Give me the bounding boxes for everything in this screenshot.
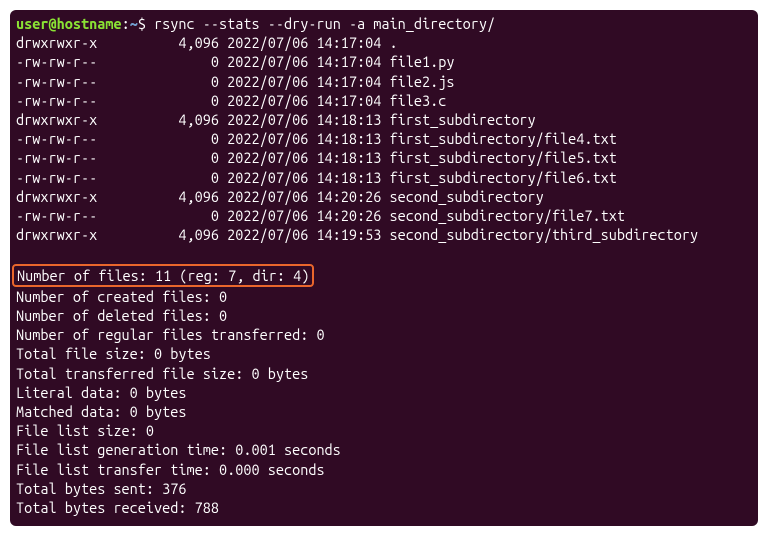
stats-block: Number of created files: 0 Number of del… xyxy=(16,288,341,516)
terminal-window[interactable]: user@hostname:~$ rsync --stats --dry-run… xyxy=(10,10,758,526)
prompt-sep: : xyxy=(122,15,130,32)
command-text: rsync --stats --dry-run -a main_director… xyxy=(154,15,495,32)
number-of-files-highlight: Number of files: 11 (reg: 7, dir: 4) xyxy=(12,264,314,287)
prompt-path: ~ xyxy=(130,15,138,32)
file-listing: drwxrwxr-x 4,096 2022/07/06 14:17:04 . -… xyxy=(16,34,698,243)
prompt-user: user@hostname xyxy=(16,15,122,32)
prompt-line-1: user@hostname:~$ rsync --stats --dry-run… xyxy=(16,15,495,32)
prompt-dollar: $ xyxy=(138,15,146,32)
